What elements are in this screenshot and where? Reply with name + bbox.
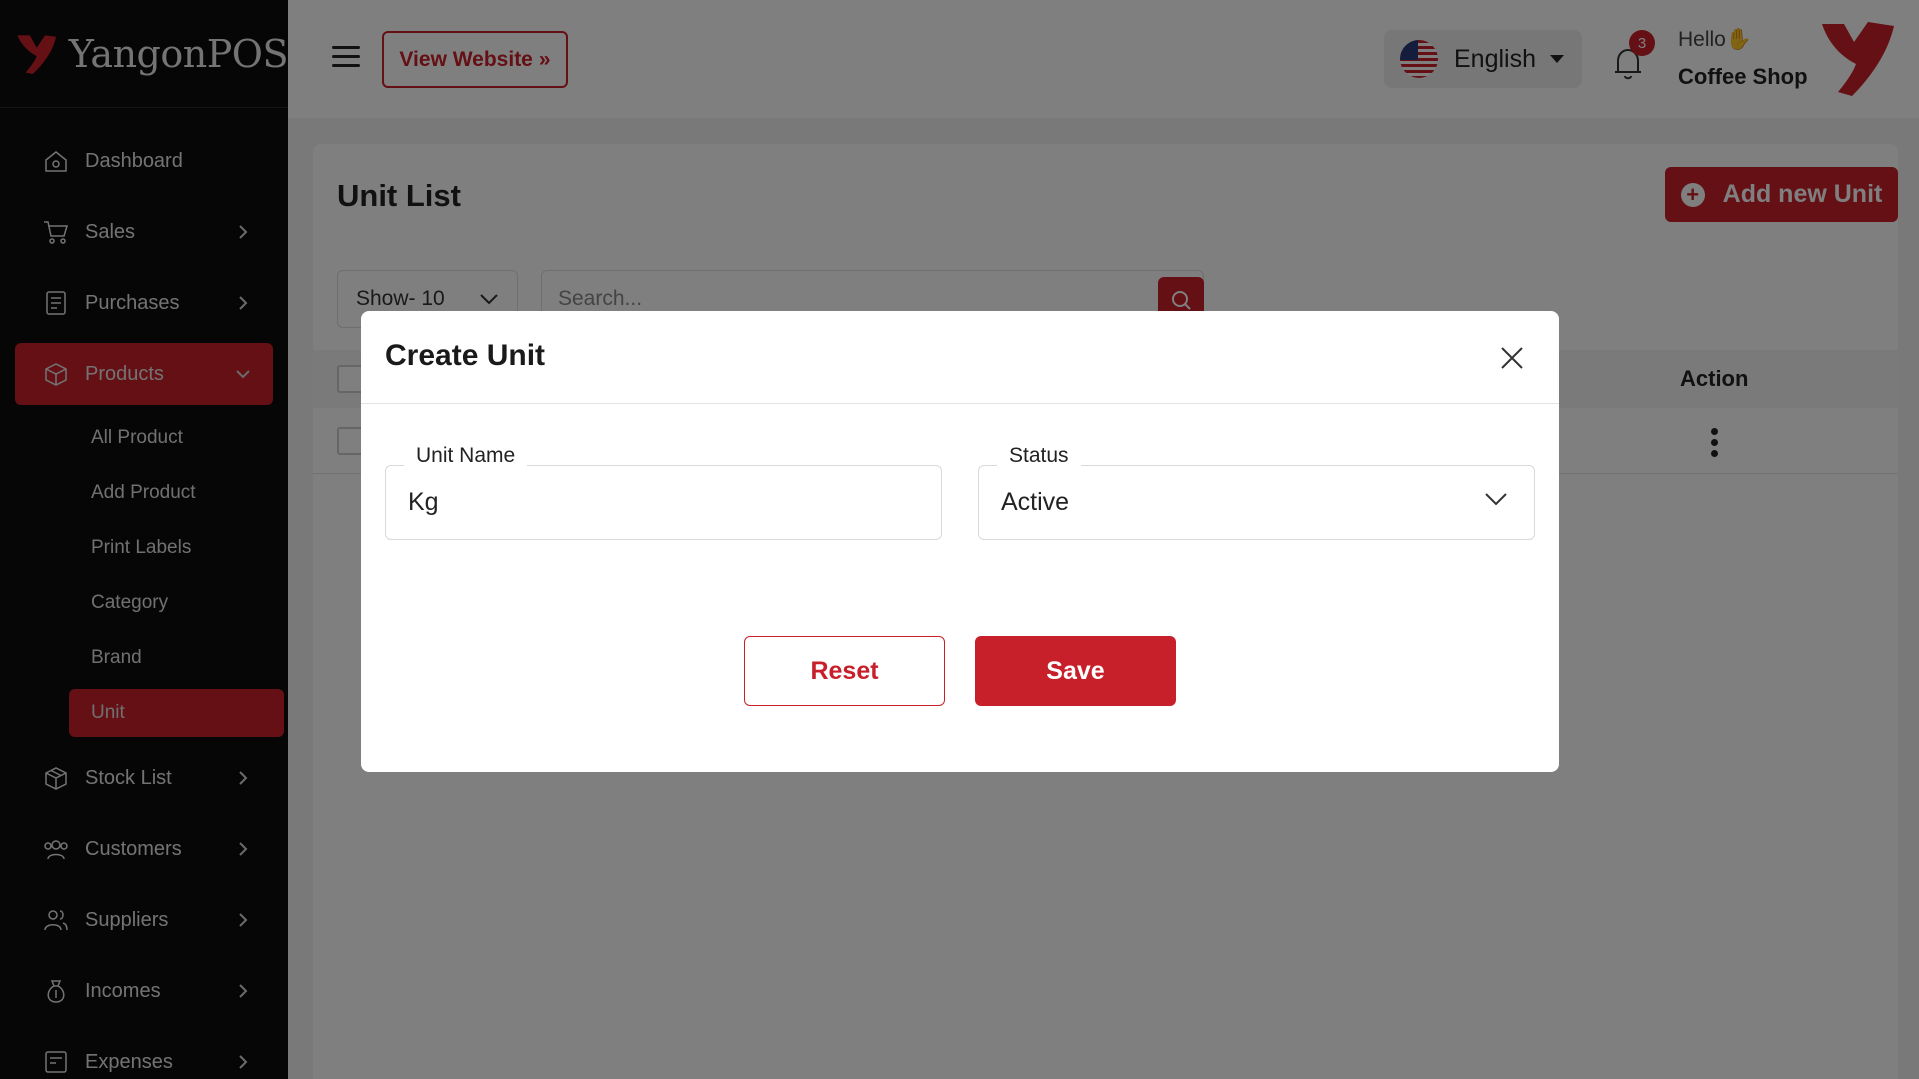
reset-button[interactable]: Reset	[744, 636, 945, 706]
save-button[interactable]: Save	[975, 636, 1176, 706]
dialog-title: Create Unit	[385, 339, 546, 372]
unit-name-label: Unit Name	[404, 444, 528, 468]
chevron-down-icon	[1485, 493, 1507, 506]
dialog-header: Create Unit	[361, 311, 1559, 404]
create-unit-dialog: Create Unit Unit Name Kg Status Active R…	[361, 311, 1559, 772]
unit-name-input[interactable]: Kg	[408, 488, 439, 517]
close-icon[interactable]	[1499, 345, 1525, 371]
unit-name-field[interactable]: Unit Name Kg	[385, 444, 942, 540]
status-label: Status	[997, 444, 1081, 468]
status-select[interactable]: Status Active	[978, 444, 1535, 540]
status-value: Active	[1001, 488, 1070, 516]
